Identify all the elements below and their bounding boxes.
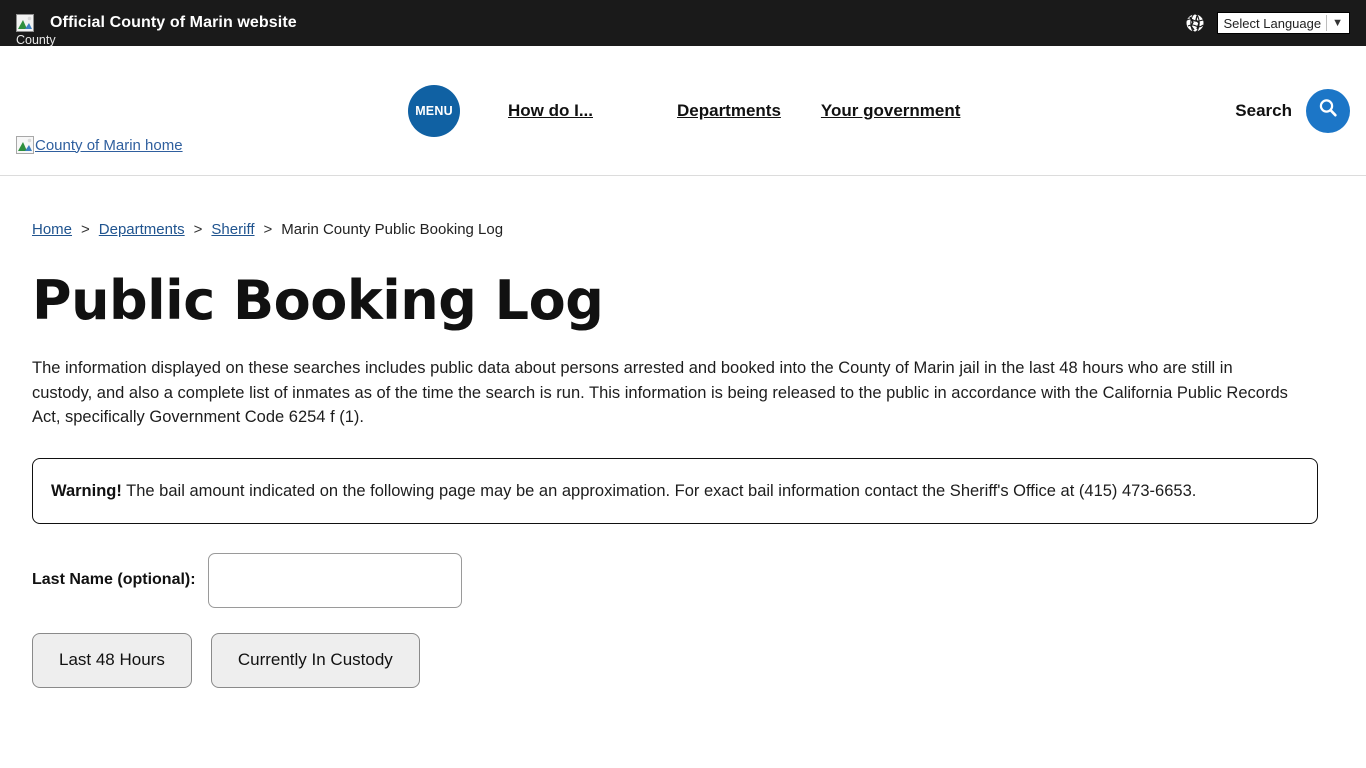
breadcrumb-current-page: Marin County Public Booking Log: [281, 221, 504, 238]
warning-callout: Warning! The bail amount indicated on th…: [32, 457, 1318, 524]
nav-item-how-do-i[interactable]: How do I...: [508, 101, 593, 121]
breadcrumb-item-sheriff[interactable]: Sheriff: [211, 221, 254, 238]
broken-image-icon: [16, 14, 34, 32]
last-name-input[interactable]: [207, 552, 462, 608]
breadcrumb-item-departments[interactable]: Departments: [99, 221, 185, 238]
topbar-title: Official County of Marin website: [50, 14, 297, 31]
nav-item-your-government[interactable]: Your government: [821, 101, 960, 121]
breadcrumb-item-home[interactable]: Home: [32, 221, 72, 238]
breadcrumb-separator: >: [81, 221, 90, 238]
broken-image-icon: [16, 136, 34, 154]
chevron-down-icon[interactable]: ▼: [1332, 17, 1347, 29]
topbar-brand: County Official County of Marin website: [16, 14, 297, 47]
breadcrumb-separator: >: [263, 221, 273, 238]
language-widget[interactable]: Select Language ▼: [1185, 12, 1350, 34]
search-label: Search: [1235, 100, 1292, 120]
warning-text: The bail amount indicated on the followi…: [121, 481, 1197, 500]
menu-button-label: MENU: [415, 103, 453, 118]
warning-label: Warning!: [51, 481, 122, 500]
site-logo-link[interactable]: County of Marin home: [16, 136, 183, 154]
currently-in-custody-button[interactable]: Currently In Custody: [210, 632, 420, 688]
last-name-form-row: Last Name (optional):: [32, 552, 1334, 608]
menu-button[interactable]: MENU: [408, 84, 460, 137]
nav-item-departments[interactable]: Departments: [677, 101, 781, 121]
last-name-label: Last Name (optional):: [32, 571, 196, 589]
last-48-hours-button[interactable]: Last 48 Hours: [32, 632, 192, 688]
search-button[interactable]: [1306, 88, 1350, 133]
search-icon: [1317, 97, 1339, 124]
search-control[interactable]: Search: [1235, 88, 1350, 133]
breadcrumb-separator: >: [193, 221, 203, 238]
page-content: Home > Departments > Sheriff > Marin Cou…: [0, 221, 1366, 688]
select-language-dropdown[interactable]: Select Language ▼: [1216, 12, 1350, 34]
globe-icon: [1185, 13, 1205, 33]
site-header: County of Marin home MENU How do I... De…: [0, 46, 1366, 176]
primary-navigation: MENU How do I... Departments Your govern…: [408, 84, 960, 137]
top-utility-bar: County Official County of Marin website …: [0, 0, 1366, 47]
page-title: Public Booking Log: [32, 269, 604, 332]
select-language-label: Select Language: [1223, 15, 1322, 31]
breadcrumb: Home > Departments > Sheriff > Marin Cou…: [32, 221, 1334, 238]
dropdown-divider: [1326, 15, 1328, 31]
site-logo-label: County of Marin home: [35, 136, 183, 154]
intro-paragraph: The information displayed on these searc…: [32, 359, 1288, 427]
search-buttons: Last 48 Hours Currently In Custody: [32, 632, 1334, 688]
